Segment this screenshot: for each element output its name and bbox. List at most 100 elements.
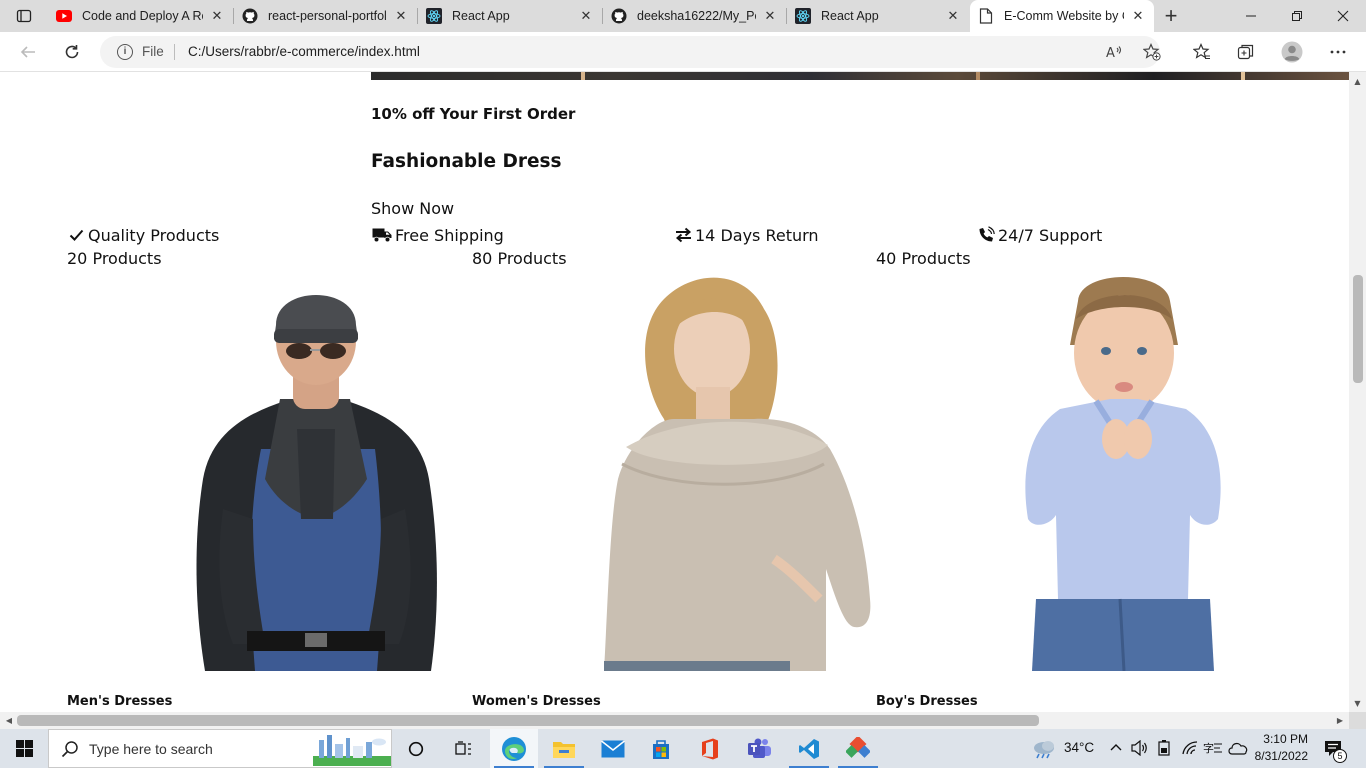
address-url[interactable]: C:/Users/rabbr/e-commerce/index.html: [188, 44, 420, 59]
browser-tab-active[interactable]: E-Comm Website by C ✕: [970, 0, 1154, 32]
profile-button[interactable]: [1276, 36, 1308, 68]
vertical-scroll-thumb[interactable]: [1353, 275, 1363, 383]
onedrive-icon[interactable]: [1228, 741, 1248, 755]
tab-title: Code and Deploy A Re: [82, 9, 203, 23]
avatar-icon: [1281, 41, 1303, 63]
tab-actions-button[interactable]: [8, 4, 40, 28]
cortana-button[interactable]: [392, 729, 440, 768]
boy-shirt-photo[interactable]: [1020, 269, 1226, 671]
close-tab-icon[interactable]: ✕: [945, 8, 961, 24]
new-tab-button[interactable]: +: [1158, 3, 1184, 28]
notification-count-badge: 5: [1333, 749, 1347, 763]
store-icon: [653, 739, 669, 759]
favorites-button[interactable]: [1186, 36, 1218, 68]
browser-toolbar: i File C:/Users/rabbr/e-commerce/index.h…: [0, 32, 1366, 72]
tab-title: React App: [821, 9, 879, 23]
browser-tab[interactable]: deeksha16222/My_Po ✕: [603, 0, 786, 32]
read-aloud-button[interactable]: A: [1103, 40, 1127, 64]
close-tab-icon[interactable]: ✕: [1130, 8, 1146, 24]
react-icon: [795, 8, 811, 24]
browser-tab[interactable]: React App ✕: [418, 0, 602, 32]
search-placeholder: Type here to search: [89, 741, 213, 757]
browser-tab[interactable]: React App ✕: [787, 0, 969, 32]
collections-button[interactable]: [1230, 36, 1262, 68]
edge-icon: [502, 736, 526, 761]
man-leather-jacket-photo[interactable]: [185, 269, 447, 671]
tab-title: E-Comm Website by C: [1004, 9, 1124, 23]
category-name[interactable]: Women's Dresses: [472, 694, 601, 709]
taskbar-vscode[interactable]: [785, 729, 833, 768]
vertical-scrollbar[interactable]: ▲ ▼: [1349, 72, 1366, 712]
address-scheme: File: [142, 44, 164, 59]
scroll-down-icon[interactable]: ▼: [1349, 696, 1366, 710]
taskbar-mail[interactable]: [589, 729, 637, 768]
restore-icon: [1292, 11, 1302, 21]
screen: Code and Deploy A Re ✕ react-personal-po…: [0, 0, 1366, 768]
task-view-button[interactable]: [440, 729, 488, 768]
close-tab-icon[interactable]: ✕: [393, 8, 409, 24]
exchange-icon: [674, 226, 692, 244]
taskbar-edge[interactable]: [490, 729, 538, 768]
taskbar-office[interactable]: [686, 729, 734, 768]
check-icon: [67, 226, 85, 244]
horizontal-scrollbar[interactable]: ◀ ▶: [0, 712, 1349, 729]
hero-offer-text: 10% off Your First Order: [371, 105, 576, 123]
git-gui-icon: [846, 736, 870, 758]
page-viewport: 10% off Your First Order Fashionable Dre…: [0, 72, 1349, 712]
more-options-icon: [1330, 50, 1346, 54]
office-icon: [702, 738, 718, 759]
battery-icon[interactable]: [1157, 739, 1171, 757]
show-now-link[interactable]: Show Now: [371, 199, 454, 218]
feature-label: 14 Days Return: [695, 225, 819, 245]
taskbar-store[interactable]: [637, 729, 685, 768]
scroll-left-icon[interactable]: ◀: [2, 712, 16, 729]
clock-time[interactable]: 3:10 PM: [1262, 732, 1308, 746]
github-icon: [242, 8, 258, 24]
scroll-right-icon[interactable]: ▶: [1333, 712, 1347, 729]
close-tab-icon[interactable]: ✕: [762, 8, 778, 24]
browser-tab[interactable]: Code and Deploy A Re ✕: [48, 0, 233, 32]
plus-icon: +: [1164, 3, 1178, 28]
minimize-button[interactable]: [1228, 0, 1274, 32]
teams-icon: [748, 738, 771, 758]
taskbar-search-box[interactable]: Type here to search: [48, 729, 392, 768]
refresh-button[interactable]: [56, 36, 88, 68]
taskbar-git-app[interactable]: [834, 729, 882, 768]
add-favorite-button[interactable]: [1140, 40, 1164, 64]
close-tab-icon[interactable]: ✕: [578, 8, 594, 24]
address-divider: [174, 44, 175, 60]
back-button[interactable]: [12, 36, 44, 68]
start-button[interactable]: [0, 729, 48, 768]
show-hidden-icons-icon[interactable]: [1110, 743, 1122, 751]
woman-sweater-photo[interactable]: [604, 269, 874, 671]
address-bar[interactable]: i File C:/Users/rabbr/e-commerce/index.h…: [100, 36, 1161, 68]
feature-label: Quality Products: [88, 225, 220, 245]
language-icon[interactable]: 字: [1203, 740, 1223, 756]
clock-date[interactable]: 8/31/2022: [1252, 749, 1308, 763]
tab-actions-icon: [16, 9, 32, 23]
wifi-icon[interactable]: [1181, 740, 1199, 756]
mail-icon: [601, 739, 625, 757]
category-name[interactable]: Men's Dresses: [67, 694, 172, 709]
taskbar-file-explorer[interactable]: [540, 729, 588, 768]
restore-button[interactable]: [1274, 0, 1320, 32]
volume-icon[interactable]: [1131, 740, 1149, 756]
refresh-icon: [65, 45, 79, 59]
settings-menu-button[interactable]: [1322, 36, 1354, 68]
category-name[interactable]: Boy's Dresses: [876, 694, 978, 709]
cortana-icon: [408, 741, 424, 756]
weather-icon[interactable]: [1031, 738, 1057, 760]
weather-temperature[interactable]: 34°C: [1064, 740, 1094, 755]
browser-tab[interactable]: react-personal-portfol ✕: [234, 0, 417, 32]
close-tab-icon[interactable]: ✕: [209, 8, 225, 24]
folder-icon: [553, 741, 575, 758]
horizontal-scroll-thumb[interactable]: [17, 715, 1039, 726]
scroll-up-icon[interactable]: ▲: [1349, 74, 1366, 88]
taskbar-teams[interactable]: [736, 729, 784, 768]
category-count: 80 Products: [472, 249, 567, 268]
page-icon: [978, 8, 994, 24]
tab-title: react-personal-portfol: [268, 9, 387, 23]
back-arrow-icon: [20, 46, 35, 58]
close-window-button[interactable]: [1320, 0, 1366, 32]
site-info-icon[interactable]: i: [117, 44, 133, 60]
